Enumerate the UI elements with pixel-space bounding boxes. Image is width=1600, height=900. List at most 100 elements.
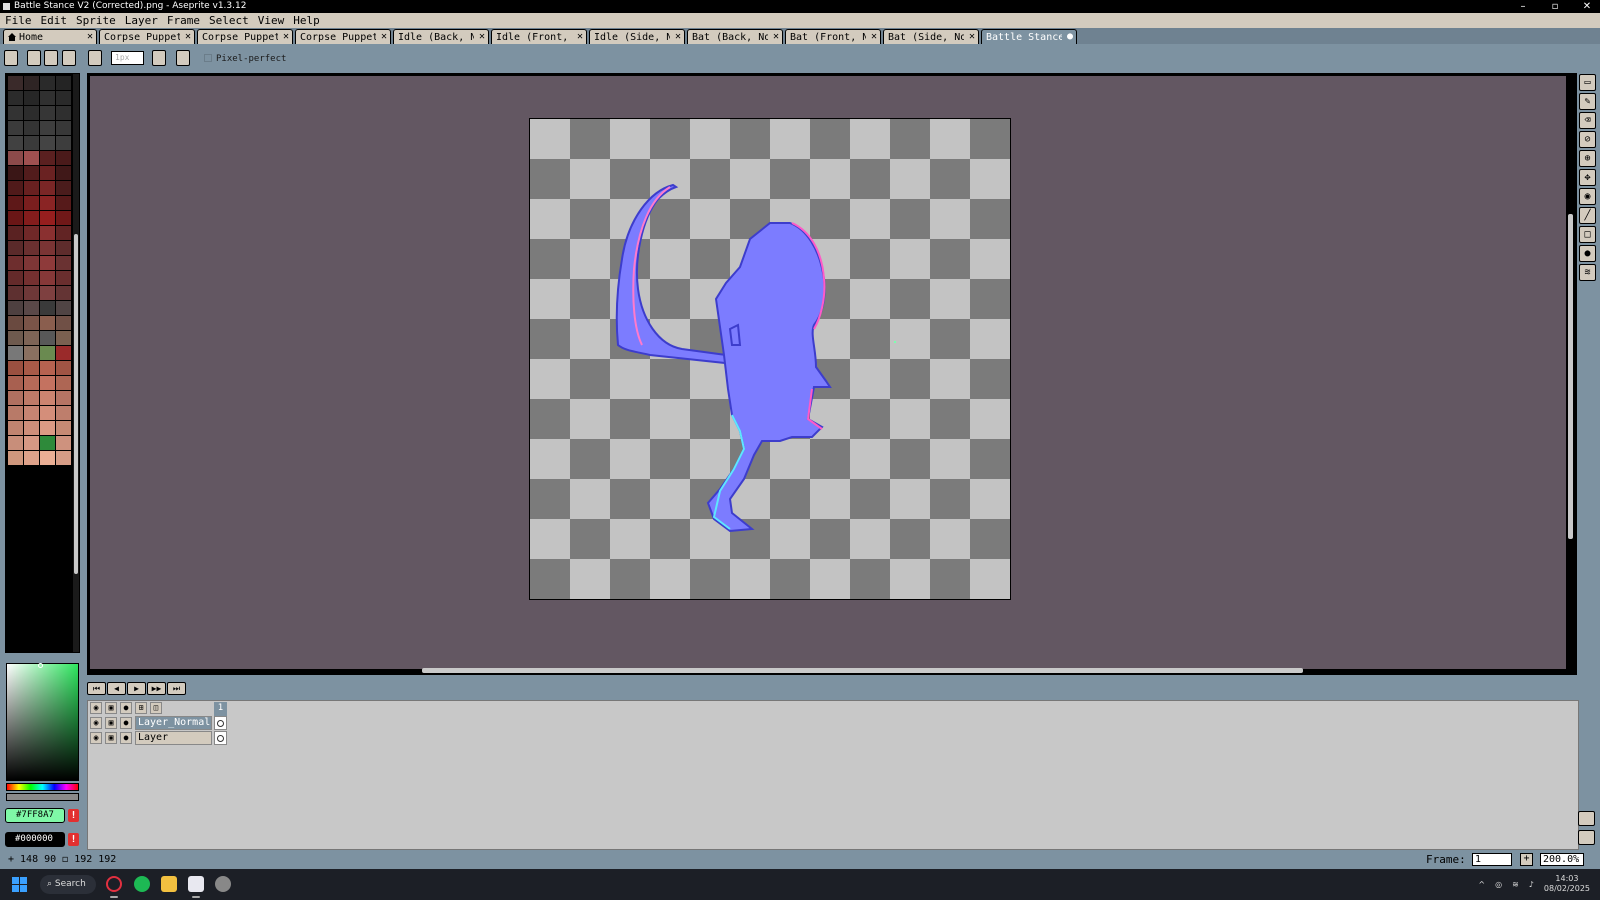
palette-swatch[interactable] (24, 91, 39, 105)
frame-input[interactable]: 1 (1472, 853, 1512, 866)
menu-select[interactable]: Select (209, 14, 249, 27)
palette-swatch[interactable] (56, 406, 71, 420)
windows-start-icon[interactable] (12, 877, 27, 892)
menu-layer[interactable]: Layer (125, 14, 158, 27)
dynamics-icon[interactable] (176, 50, 190, 66)
palette-swatch[interactable] (56, 151, 71, 165)
palette-swatch[interactable] (8, 181, 23, 195)
palette-swatch[interactable] (24, 181, 39, 195)
layer-name[interactable]: Layer_Normal (135, 716, 212, 730)
palette-swatch[interactable] (56, 91, 71, 105)
menu-frame[interactable]: Frame (167, 14, 200, 27)
palette-swatch[interactable] (24, 136, 39, 150)
aseprite-taskbar-icon[interactable] (188, 876, 204, 892)
palette-swatch[interactable] (40, 256, 55, 270)
palette-swatch[interactable] (8, 241, 23, 255)
tab-battle-stance[interactable]: Battle Stance (● (981, 29, 1077, 44)
wifi-icon[interactable]: ≋ (1512, 880, 1519, 889)
tab-idle-front[interactable]: Idle (Front, Nor✕ (491, 29, 587, 44)
menu-view[interactable]: View (258, 14, 285, 27)
tab-close-icon[interactable]: ✕ (87, 31, 93, 42)
opera-icon[interactable] (106, 876, 122, 892)
palette-swatch[interactable] (24, 346, 39, 360)
layer-row-layer-normal[interactable]: ◉ ▣ ● Layer_Normal (90, 716, 227, 730)
zoom-input[interactable]: 200.0% (1540, 853, 1584, 866)
tab-corpse-puppet-1[interactable]: Corpse Puppet ✕ (99, 29, 195, 44)
menu-edit[interactable]: Edit (41, 14, 68, 27)
palette-swatch[interactable] (24, 286, 39, 300)
palette-swatch[interactable] (56, 226, 71, 240)
palette-swatch[interactable] (24, 211, 39, 225)
tab-close-icon[interactable]: ✕ (675, 31, 681, 42)
continuous-icon[interactable]: ● (120, 732, 132, 744)
paint-bucket-tool-icon[interactable]: ◉ (1579, 188, 1596, 205)
palette-swatch[interactable] (24, 256, 39, 270)
palette-swatch[interactable] (8, 211, 23, 225)
palette-swatch[interactable] (8, 301, 23, 315)
tab-corpse-puppet-2[interactable]: Corpse Puppet ✕ (197, 29, 293, 44)
palette-swatch[interactable] (40, 196, 55, 210)
palette-swatch[interactable] (40, 136, 55, 150)
menu-file[interactable]: File (5, 14, 32, 27)
palette-swatch[interactable] (24, 166, 39, 180)
palette-swatch[interactable] (56, 451, 71, 465)
layer-row-layer[interactable]: ◉ ▣ ● Layer (90, 731, 227, 745)
cel[interactable] (214, 731, 227, 745)
lock-alpha-icon[interactable] (4, 50, 18, 66)
add-frame-button[interactable]: + (1520, 853, 1533, 866)
menu-help[interactable]: Help (293, 14, 320, 27)
ink-menu-icon[interactable] (62, 50, 76, 66)
palette-swatch[interactable] (40, 331, 55, 345)
maximize-button[interactable]: ▫ (1550, 0, 1560, 13)
prev-frame-button[interactable]: ◀ (107, 682, 126, 695)
palette-swatch[interactable] (56, 271, 71, 285)
palette-swatch[interactable] (8, 286, 23, 300)
palette-swatch[interactable] (56, 241, 71, 255)
menu-sprite[interactable]: Sprite (76, 14, 116, 27)
volume-icon[interactable]: ♪ (1529, 880, 1534, 889)
palette-swatch[interactable] (24, 301, 39, 315)
palette-swatch[interactable] (40, 436, 55, 450)
eye-icon[interactable]: ◉ (90, 717, 102, 729)
palette-swatch[interactable] (56, 196, 71, 210)
palette-swatch[interactable] (8, 166, 23, 180)
tab-home[interactable]: Home ✕ (3, 29, 97, 44)
tab-close-icon[interactable]: ✕ (577, 31, 583, 42)
foreground-color-button[interactable]: #7FF8A7 (5, 808, 65, 823)
palette-swatch[interactable] (24, 106, 39, 120)
palette-swatch[interactable] (8, 91, 23, 105)
rectangle-tool-icon[interactable]: □ (1579, 226, 1596, 243)
palette-swatch[interactable] (24, 406, 39, 420)
marquee-tool-icon[interactable]: ▭ (1579, 74, 1596, 91)
palette-swatch[interactable] (8, 121, 23, 135)
tab-close-icon[interactable]: ✕ (185, 31, 191, 42)
close-window-button[interactable]: ✕ (1582, 0, 1592, 13)
palette-swatch[interactable] (56, 136, 71, 150)
palette-swatch[interactable] (56, 256, 71, 270)
vertical-scroll-thumb[interactable] (1568, 214, 1573, 539)
app-gear-icon[interactable] (215, 876, 231, 892)
palette-swatch[interactable] (24, 76, 39, 90)
palette-swatch[interactable] (40, 211, 55, 225)
palette-swatch[interactable] (8, 421, 23, 435)
palette-swatch[interactable] (24, 316, 39, 330)
palette-scroll-thumb[interactable] (74, 234, 78, 574)
palette-swatch[interactable] (40, 346, 55, 360)
ink-down-icon[interactable] (27, 50, 41, 66)
palette-swatch[interactable] (40, 271, 55, 285)
tab-bat-back[interactable]: Bat (Back, Norr✕ (687, 29, 783, 44)
palette-swatch[interactable] (40, 76, 55, 90)
palette-swatch[interactable] (24, 121, 39, 135)
color-picker-cursor[interactable] (38, 663, 43, 668)
palette-swatch[interactable] (40, 316, 55, 330)
brush-pressure-icon[interactable] (152, 50, 166, 66)
palette-swatch[interactable] (8, 436, 23, 450)
palette-swatch[interactable] (8, 346, 23, 360)
palette-swatch[interactable] (8, 376, 23, 390)
brush-size-input[interactable]: 1px (111, 51, 144, 65)
bg-warning-icon[interactable]: ! (68, 833, 79, 846)
palette-swatch[interactable] (8, 391, 23, 405)
blur-tool-icon[interactable]: ● (1579, 245, 1596, 262)
horizontal-scroll-thumb[interactable] (422, 668, 1303, 673)
palette-swatch[interactable] (56, 301, 71, 315)
